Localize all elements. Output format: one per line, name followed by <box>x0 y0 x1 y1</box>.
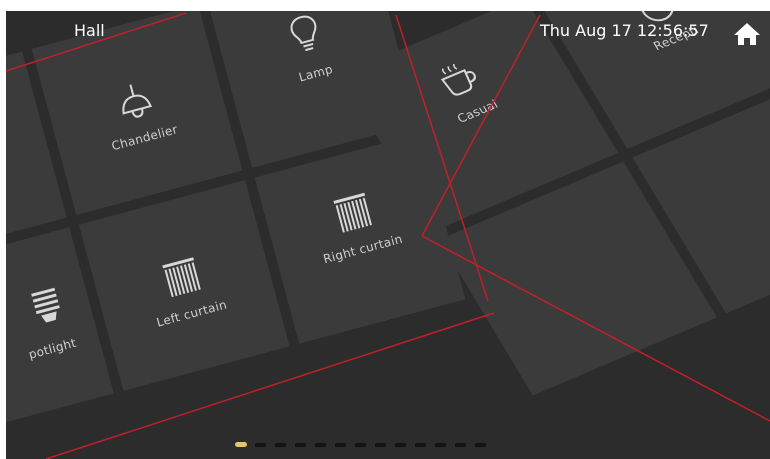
page-dot-7[interactable] <box>355 443 366 447</box>
page-dot-4[interactable] <box>295 443 306 447</box>
home-button[interactable] <box>732 21 762 47</box>
curtain-icon <box>333 192 372 233</box>
home-icon <box>734 23 760 45</box>
chandelier-icon <box>122 84 153 118</box>
page-dot-2[interactable] <box>255 443 266 447</box>
device-tile-left-curtain[interactable]: Left curtain <box>78 180 290 391</box>
page-dot-5[interactable] <box>315 443 326 447</box>
device-label-spotlight: potlight <box>27 335 78 362</box>
page-dot-1[interactable] <box>235 442 247 447</box>
page-dot-8[interactable] <box>375 443 386 447</box>
curtain-icon <box>162 257 201 298</box>
top-bar: Hall Thu Aug 17 12:56:57 <box>6 11 770 51</box>
cfl-bulb-icon <box>31 287 60 323</box>
room-title: Hall <box>74 21 105 40</box>
home-automation-screen: Chandelier Lamp potlight Left curtain Ri… <box>6 11 770 459</box>
page-dot-10[interactable] <box>415 443 426 447</box>
page-dot-11[interactable] <box>435 443 446 447</box>
page-dot-6[interactable] <box>335 443 346 447</box>
coffee-cup-icon <box>440 63 476 96</box>
page-dot-3[interactable] <box>275 443 286 447</box>
page-dot-13[interactable] <box>475 443 486 447</box>
page-dot-9[interactable] <box>395 443 406 447</box>
page-dot-12[interactable] <box>455 443 466 447</box>
date-time: Thu Aug 17 12:56:57 <box>540 21 709 40</box>
